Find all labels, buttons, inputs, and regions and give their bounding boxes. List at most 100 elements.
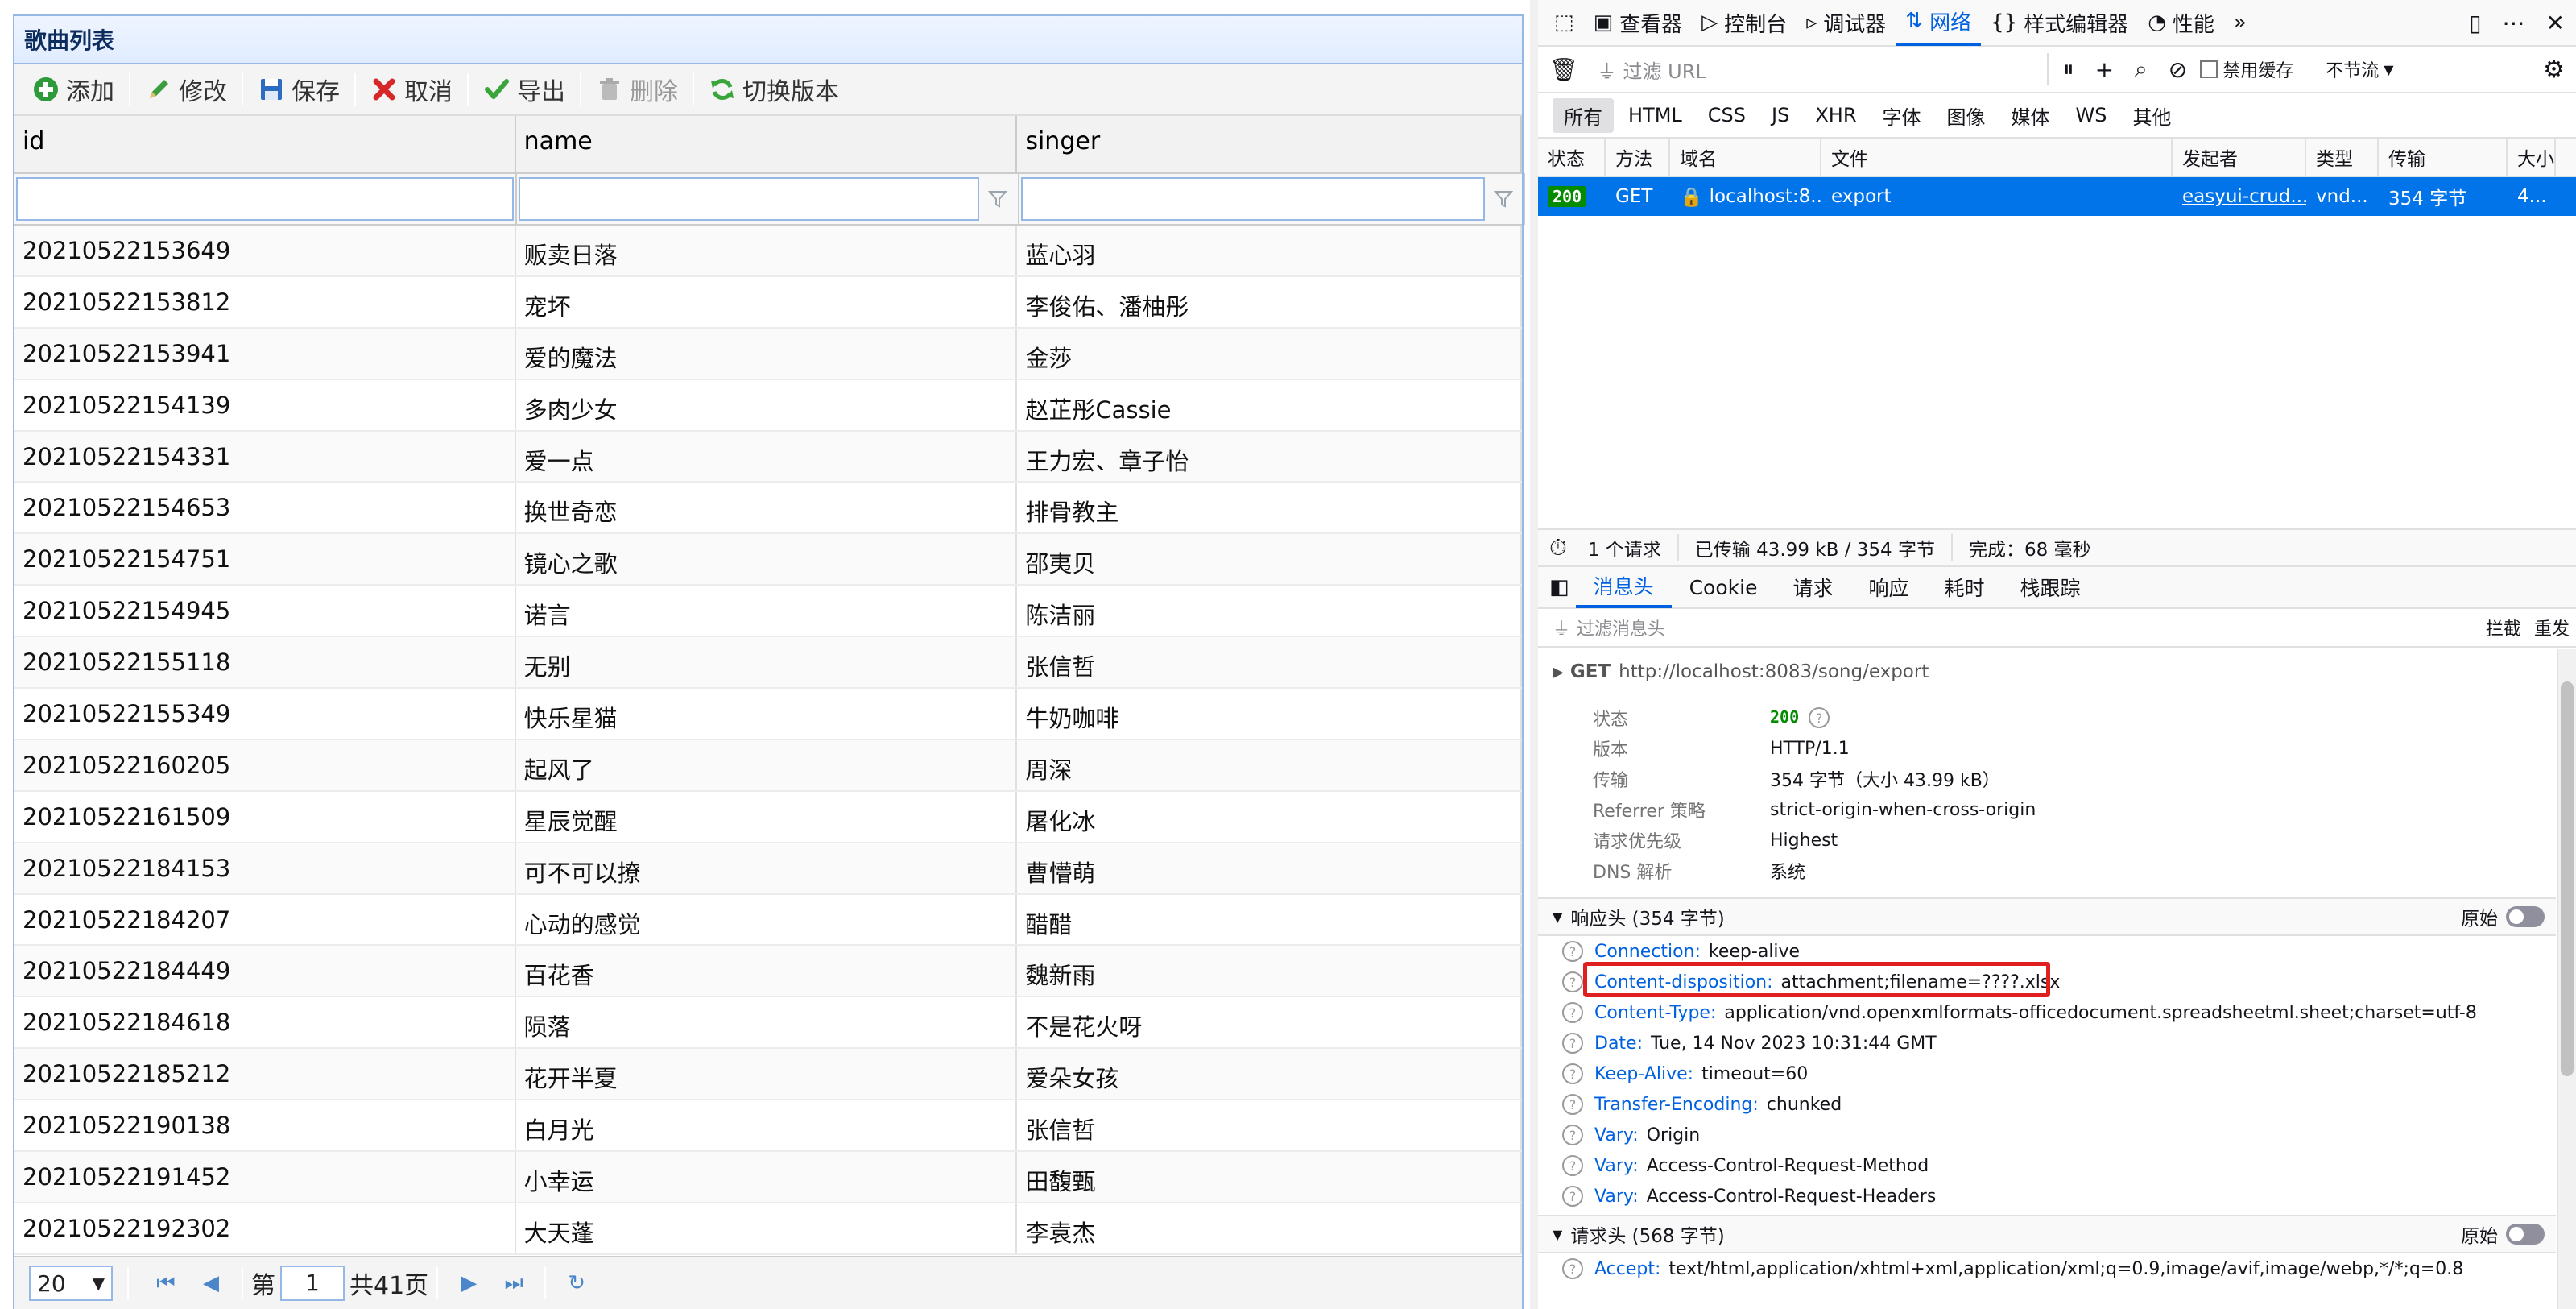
throttle-select[interactable]: 不节流 ▼ [2326, 56, 2393, 82]
detail-tab[interactable]: 消息头 [1575, 566, 1672, 608]
header-row[interactable]: ? Content-Type: application/vnd.openxmlfor… [1538, 997, 2556, 1028]
help-icon[interactable]: ? [1562, 1125, 1583, 1145]
detail-tab[interactable]: 请求 [1775, 566, 1850, 608]
detail-tab[interactable]: 响应 [1850, 566, 1926, 608]
type-filter-item[interactable]: 其他 [2121, 98, 2182, 133]
request-column-header[interactable]: 类型 [2306, 138, 2379, 176]
type-filter-item[interactable]: JS [1760, 101, 1801, 130]
table-row[interactable]: 20210522154945 诺言 陈洁丽 [14, 586, 1522, 638]
page-size-select[interactable]: 20 ▼ [29, 1266, 113, 1301]
filter-icon[interactable] [1485, 177, 1522, 221]
add-button[interactable]: 添加 [23, 70, 124, 109]
resend-button[interactable]: 重发 [2534, 615, 2570, 640]
request-column-header[interactable]: 传输 [2379, 138, 2508, 176]
reload-button[interactable]: ↻ [554, 1266, 599, 1301]
help-icon[interactable]: ? [1562, 1033, 1583, 1054]
gear-icon[interactable]: ⚙ [2543, 56, 2565, 84]
export-button[interactable]: 导出 [473, 70, 575, 109]
raw-toggle[interactable]: 原始 [2461, 903, 2556, 930]
table-row[interactable]: 20210522184153 可不可以撩 曹懵萌 [14, 843, 1522, 895]
request-column-header[interactable]: 域名 [1670, 138, 1821, 176]
table-row[interactable]: 20210522154751 镜心之歌 邵夷贝 [14, 534, 1522, 586]
table-row[interactable]: 20210522155349 快乐星猫 牛奶咖啡 [14, 689, 1522, 740]
element-picker-button[interactable]: ⬚ [1544, 0, 1584, 46]
search-icon[interactable]: ⌕ [2135, 56, 2148, 83]
scrollbar-thumb[interactable] [2561, 681, 2574, 1076]
response-headers-section[interactable]: ▼ 响应头 (354 字节) 原始 [1538, 897, 2556, 936]
type-filter-item[interactable]: 图像 [1936, 98, 1997, 133]
panel-toggle-icon[interactable]: ◧ [1549, 575, 1569, 599]
filter-url-input[interactable]: ⏚ 过滤 URL [1598, 53, 2049, 85]
tab-network[interactable]: ⇅ 网络 [1896, 0, 1982, 46]
more-options-icon[interactable]: ⋯ [2503, 10, 2525, 36]
request-initiator[interactable]: easyui-crud... [2173, 177, 2306, 216]
table-row[interactable]: 20210522191452 小幸运 田馥甄 [14, 1152, 1522, 1203]
last-page-button[interactable]: ⏭ [491, 1266, 536, 1301]
raw-toggle[interactable]: 原始 [2461, 1220, 2556, 1248]
help-icon[interactable]: ? [1562, 941, 1583, 962]
edit-button[interactable]: 修改 [135, 70, 237, 109]
table-row[interactable]: 20210522155118 无别 张信哲 [14, 637, 1522, 690]
help-icon[interactable]: ? [1562, 971, 1583, 992]
column-header-singer[interactable]: singer [1017, 116, 1522, 172]
request-row[interactable]: 200 GET 🔒 localhost:8... export easyui-cr… [1538, 177, 2576, 216]
tab-debugger[interactable]: ▹ 调试器 [1797, 0, 1896, 46]
more-tabs-button[interactable]: » [2224, 0, 2256, 46]
request-column-header[interactable]: 方法 [1606, 138, 1670, 176]
help-icon[interactable]: ? [1562, 1155, 1583, 1176]
dock-icon[interactable]: ▯ [2469, 10, 2481, 36]
help-icon[interactable]: ? [1562, 1186, 1583, 1207]
filter-input-id[interactable] [16, 177, 514, 221]
pause-icon[interactable]: ⏸ [2063, 56, 2074, 83]
header-row[interactable]: ? Vary: Origin [1538, 1120, 2556, 1150]
type-filter-item[interactable]: WS [2065, 101, 2119, 130]
block-icon[interactable]: ⊘ [2169, 56, 2187, 83]
pane-divider[interactable] [1530, 0, 1538, 1309]
header-row[interactable]: ? Transfer-Encoding: chunked [1538, 1089, 2556, 1120]
request-column-header[interactable]: 大小 [2508, 138, 2556, 176]
table-row[interactable]: 20210522190138 白月光 张信哲 [14, 1100, 1522, 1153]
table-row[interactable]: 20210522154331 爱一点 王力宏、章子怡 [14, 431, 1522, 483]
request-url-line[interactable]: ▶ GET http://localhost:8083/song/export [1538, 649, 2556, 694]
cancel-button[interactable]: 取消 [361, 70, 462, 109]
switch-version-button[interactable]: 切换版本 [699, 70, 849, 109]
tab-console[interactable]: ▷ 控制台 [1692, 0, 1797, 46]
header-row[interactable]: ? Vary: Access-Control-Request-Method [1538, 1150, 2556, 1181]
delete-button[interactable]: 删除 [586, 70, 688, 109]
type-filter-item[interactable]: HTML [1617, 101, 1693, 130]
first-page-button[interactable]: ⏮ [143, 1266, 188, 1301]
detail-tab[interactable]: Cookie [1672, 566, 1776, 608]
help-icon[interactable]: ? [1809, 707, 1830, 729]
help-icon[interactable]: ? [1562, 1002, 1583, 1023]
table-row[interactable]: 20210522161509 星辰觉醒 屠化冰 [14, 791, 1522, 843]
filter-input-singer[interactable] [1021, 177, 1485, 221]
detail-tab[interactable]: 耗时 [1926, 566, 2002, 608]
table-row[interactable]: 20210522192302 大天蓬 李袁杰 [14, 1203, 1522, 1255]
help-icon[interactable]: ? [1562, 1063, 1583, 1084]
detail-tab[interactable]: 栈跟踪 [2003, 566, 2098, 608]
table-row[interactable]: 20210522184207 心动的感觉 醋醋 [14, 894, 1522, 947]
request-column-header[interactable]: 状态 [1538, 138, 1606, 176]
header-row[interactable]: ? Accept: text/html,application/xhtml+xml,… [1538, 1253, 2556, 1284]
plus-icon[interactable]: + [2095, 56, 2114, 83]
table-row[interactable]: 20210522184449 百花香 魏新雨 [14, 946, 1522, 998]
headers-scrollbar[interactable] [2557, 649, 2576, 1309]
type-filter-item[interactable]: XHR [1804, 101, 1867, 130]
type-filter-item[interactable]: 所有 [1553, 97, 1614, 133]
column-header-name[interactable]: name [516, 116, 1018, 172]
table-row[interactable]: 20210522184618 陨落 不是花火呀 [14, 997, 1522, 1050]
table-row[interactable]: 20210522154139 多肉少女 赵芷彤Cassie [14, 379, 1522, 432]
next-page-button[interactable]: ▶ [446, 1266, 491, 1301]
filter-input-name[interactable] [519, 177, 979, 221]
table-row[interactable]: 20210522153941 爱的魔法 金莎 [14, 328, 1522, 380]
request-column-header[interactable]: 发起者 [2173, 138, 2306, 176]
filter-icon[interactable] [979, 177, 1016, 221]
prev-page-button[interactable]: ◀ [188, 1266, 234, 1301]
help-icon[interactable]: ? [1562, 1258, 1583, 1279]
type-filter-item[interactable]: 媒体 [2000, 98, 2061, 133]
header-row[interactable]: ? Keep-Alive: timeout=60 [1538, 1058, 2556, 1089]
close-icon[interactable]: ✕ [2546, 10, 2565, 36]
help-icon[interactable]: ? [1562, 1094, 1583, 1115]
tab-performance[interactable]: ◔ 性能 [2138, 0, 2224, 46]
page-number-input[interactable]: 1 [280, 1266, 345, 1301]
